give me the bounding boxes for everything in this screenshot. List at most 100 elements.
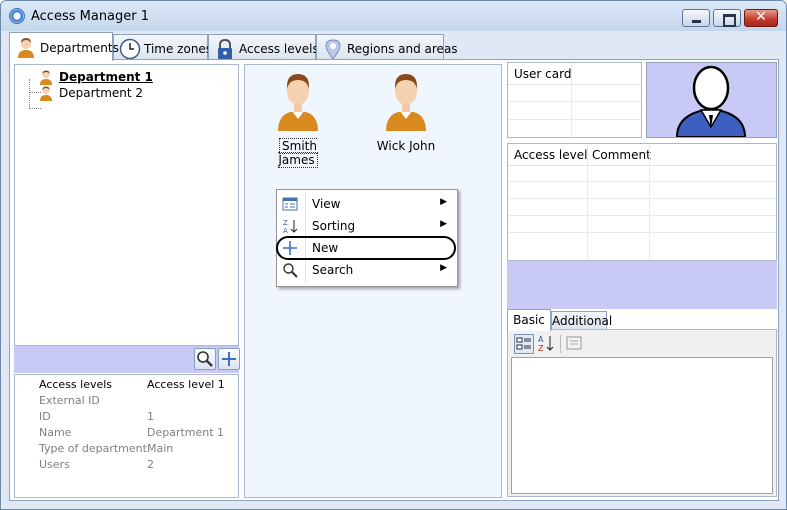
magnifier-icon (197, 351, 213, 367)
menu-item-sorting[interactable]: Z A Sorting ▶ (279, 215, 455, 237)
maximize-button[interactable] (713, 9, 741, 27)
grid-line (508, 119, 641, 120)
property-row: External ID (39, 394, 229, 410)
tab-basic[interactable]: Basic (507, 309, 551, 331)
add-department-button[interactable] (218, 348, 240, 370)
property-row: Users 2 (39, 458, 229, 474)
tab-additional[interactable]: Additional (551, 311, 613, 330)
location-icon (325, 39, 341, 60)
app-window: Access Manager 1 ✕ Departments Time zone… (0, 0, 787, 510)
svg-text:A: A (283, 227, 288, 234)
toolbar-separator (560, 335, 561, 353)
tree-toolbar (14, 346, 240, 373)
property-grid-toolbar: A Z (510, 332, 774, 356)
grid-line (508, 101, 641, 102)
categorized-button[interactable] (514, 334, 534, 354)
menu-item-new[interactable]: New (276, 236, 456, 260)
property-name: Access levels (39, 378, 113, 391)
highlight-ellipse (276, 236, 456, 260)
property-value: 2 (147, 458, 154, 471)
tree-item-label: Department 2 (59, 86, 144, 100)
search-button[interactable] (194, 348, 216, 370)
user-avatar-icon (278, 74, 318, 131)
plus-icon (222, 352, 236, 366)
tab-time-zones[interactable]: Time zones (113, 34, 212, 60)
plus-icon (283, 241, 297, 255)
submenu-arrow-icon: ▶ (440, 197, 447, 207)
svg-text:A: A (538, 335, 544, 344)
person-icon (18, 38, 34, 58)
property-row: Name Department 1 (39, 426, 229, 442)
context-menu: View ▶ Z A Sorting ▶ New Search ▶ (276, 189, 458, 287)
menu-item-search[interactable]: Search ▶ (279, 259, 455, 281)
grid-line (508, 181, 776, 182)
property-pages-button[interactable] (565, 334, 585, 354)
tab-label: Time zones (144, 42, 213, 56)
close-button[interactable]: ✕ (744, 9, 778, 27)
column-comment[interactable]: Comment (592, 148, 651, 162)
property-tabs: Basic Additional (507, 309, 777, 331)
user-card-title: User card (514, 67, 572, 81)
menu-item-label: New (312, 241, 339, 255)
property-name: Name (39, 426, 72, 439)
clock-icon (119, 38, 141, 60)
svg-text:Z: Z (538, 344, 544, 352)
person-icon (40, 86, 52, 101)
property-name: External ID (39, 394, 100, 407)
tab-label: Additional (552, 314, 613, 328)
tab-departments[interactable]: Departments (9, 32, 119, 61)
tab-label: Basic (513, 313, 545, 327)
user-silhouette-icon (675, 65, 747, 138)
user-name: Wick John (376, 139, 436, 153)
tab-access-levels[interactable]: Access levels (208, 34, 319, 60)
sort-az-icon: A Z (538, 335, 554, 353)
property-value: Department 1 (147, 426, 225, 439)
grid-line (508, 198, 776, 199)
property-row: Access levels Access level 1 (39, 378, 229, 394)
department-properties: Access levels Access level 1 External ID… (14, 374, 239, 498)
minimize-button[interactable] (682, 9, 710, 27)
user-name: Smith James (278, 138, 318, 168)
property-value: Main (147, 442, 174, 455)
empty-area (507, 261, 777, 309)
user-wick-john[interactable]: Wick John (368, 69, 444, 159)
grid-line (508, 232, 776, 233)
user-avatar-icon (386, 74, 426, 131)
close-icon: ✕ (755, 9, 767, 25)
menu-item-label: View (312, 197, 341, 211)
user-card-table: User card (507, 62, 642, 138)
user-photo (646, 62, 777, 138)
tab-label: Regions and areas (347, 42, 458, 56)
property-row: Type of department Main (39, 442, 229, 458)
user-smith-james[interactable]: Smith James (260, 69, 336, 168)
property-grid: A Z (507, 329, 777, 497)
menu-item-view[interactable]: View ▶ (279, 193, 455, 215)
table-header: Access level Comment (508, 144, 776, 166)
access-level-table[interactable]: Access level Comment (507, 143, 777, 261)
grid-line (649, 144, 650, 260)
view-icon (282, 197, 298, 211)
department-tree[interactable]: Department 1 Department 2 (14, 64, 239, 346)
user-card-header: User card (508, 63, 641, 85)
property-pages-icon (566, 336, 582, 350)
tab-label: Access levels (239, 42, 319, 56)
svg-text:Z: Z (283, 219, 288, 227)
tab-regions-and-areas[interactable]: Regions and areas (316, 34, 458, 60)
sort-az-icon: Z A (283, 219, 298, 234)
property-name: Users (39, 458, 70, 471)
property-value: Access level 1 (147, 378, 225, 391)
title-bar[interactable]: Access Manager 1 ✕ (1, 1, 786, 31)
window-title: Access Manager 1 (31, 9, 150, 24)
column-access-level[interactable]: Access level (514, 148, 587, 162)
submenu-arrow-icon: ▶ (440, 263, 447, 273)
tree-item-label: Department 1 (59, 70, 153, 84)
alphabetical-button[interactable]: A Z (537, 334, 557, 354)
menu-item-label: Sorting (312, 219, 356, 233)
submenu-arrow-icon: ▶ (440, 219, 447, 229)
lock-icon (218, 38, 232, 59)
property-row: ID 1 (39, 410, 229, 426)
grid-line (508, 215, 776, 216)
categorized-icon (516, 337, 531, 350)
property-grid-body[interactable] (511, 357, 773, 494)
tab-label: Departments (40, 41, 119, 55)
